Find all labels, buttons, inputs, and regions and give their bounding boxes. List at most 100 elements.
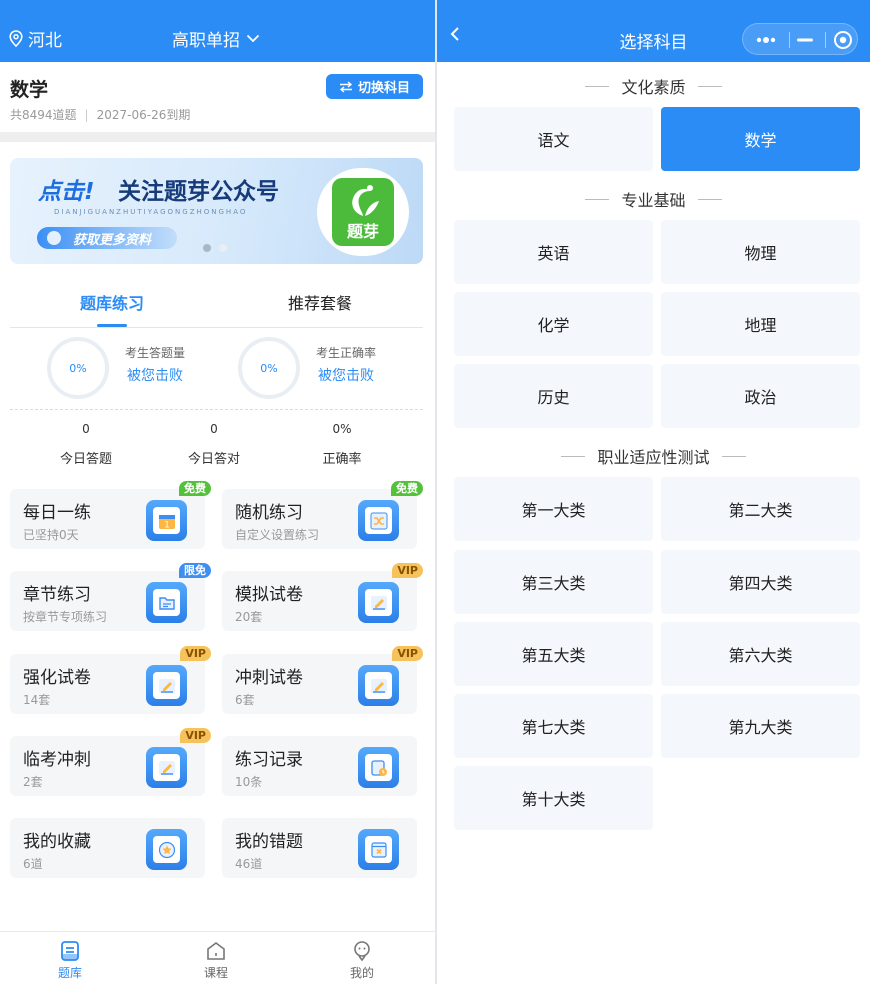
location-label: 河北 — [28, 31, 62, 51]
banner-pinyin: DIANJIGUANZHUTIYAGONGZHONGHAO — [54, 208, 248, 216]
card-intensive-exam[interactable]: 强化试卷 14套 VIP — [10, 646, 211, 714]
tiya-logo: 题芽 — [317, 168, 409, 256]
card-title: 强化试卷 — [23, 668, 91, 688]
location-selector[interactable]: 河北 — [9, 26, 62, 51]
banner-page-dot[interactable] — [219, 244, 227, 252]
card-daily-practice[interactable]: 每日一练 已坚持0天 1 免费 — [10, 481, 211, 549]
section-title: 专业基础 — [621, 191, 686, 210]
nav-bar: 选择科目 — [437, 0, 870, 62]
accuracy-value: 0% — [332, 422, 352, 436]
subject-option-history[interactable]: 历史 — [454, 364, 653, 428]
accuracy-label: 考生正确率 — [316, 346, 377, 360]
section-line — [585, 85, 610, 87]
card-mock-exam[interactable]: 模拟试卷 20套 VIP — [222, 563, 423, 631]
card-practice-record[interactable]: 练习记录 10条 — [222, 736, 417, 796]
card-title: 章节练习 — [23, 585, 91, 605]
bottom-nav: 题库 课程 我的 — [0, 931, 435, 984]
shuffle-icon — [358, 500, 399, 541]
badge-free: 免费 — [391, 481, 423, 496]
card-subtitle: 6套 — [235, 693, 255, 707]
accuracy-beaten: 被您击败 — [318, 368, 374, 384]
close-target-icon[interactable] — [833, 30, 853, 50]
card-random-practice[interactable]: 随机练习 自定义设置练习 免费 — [222, 481, 423, 549]
location-pin-icon — [9, 30, 23, 47]
expiry-date: 2027-06-26到期 — [96, 108, 191, 122]
subject-option-category-1[interactable]: 第一大类 — [454, 477, 653, 541]
switch-subject-button[interactable]: 切换科目 — [326, 74, 423, 99]
badge-free: 免费 — [179, 481, 211, 496]
card-sprint-exam[interactable]: 冲刺试卷 6套 VIP — [222, 646, 423, 714]
section-line — [585, 198, 610, 200]
nav-question-bank[interactable]: 题库 — [40, 940, 100, 981]
subject-option-physics[interactable]: 物理 — [661, 220, 860, 284]
subject-option-category-10[interactable]: 第十大类 — [454, 766, 653, 830]
card-my-favorites[interactable]: 我的收藏 6道 — [10, 818, 205, 878]
badge-vip: VIP — [180, 728, 211, 743]
subject-option-chemistry[interactable]: 化学 — [454, 292, 653, 356]
banner-cta: 获取更多资料 — [37, 227, 177, 249]
folder-icon — [146, 582, 187, 623]
tiya-logo-badge: 题芽 — [332, 178, 394, 246]
card-my-mistakes[interactable]: 我的错题 46道 — [222, 818, 417, 878]
section-line — [721, 455, 746, 457]
subject-option-math[interactable]: 数学 — [661, 107, 860, 171]
card-title: 冲刺试卷 — [235, 668, 303, 688]
card-title: 练习记录 — [235, 750, 303, 770]
tab-indicator — [97, 324, 127, 327]
question-bank-icon — [61, 941, 79, 961]
pen-paper-icon — [358, 665, 399, 706]
banner-page-dot-active[interactable] — [203, 244, 211, 252]
section-title: 职业适应性测试 — [597, 448, 710, 467]
accuracy-ring: 0% — [238, 337, 300, 399]
subject-option-geography[interactable]: 地理 — [661, 292, 860, 356]
subject-option-category-6[interactable]: 第六大类 — [661, 622, 860, 686]
section-header-culture: 文化素质 — [437, 74, 870, 98]
tiya-logo-text: 题芽 — [346, 222, 379, 241]
promo-banner[interactable]: 点击! 关注题芽公众号 DIANJIGUANZHUTIYAGONGZHONGHA… — [10, 158, 423, 264]
banner-cta-label: 获取更多资料 — [73, 232, 152, 248]
subject-option-chinese[interactable]: 语文 — [454, 107, 653, 171]
card-subtitle: 10条 — [235, 775, 263, 789]
badge-vip: VIP — [392, 563, 423, 578]
section-line — [697, 85, 722, 87]
subject-option-politics[interactable]: 政治 — [661, 364, 860, 428]
today-answered-value: 0 — [82, 422, 90, 436]
card-chapter-practice[interactable]: 章节练习 按章节专项练习 限免 — [10, 563, 211, 631]
section-line — [697, 198, 722, 200]
calendar-icon: 1 — [146, 500, 187, 541]
subject-option-category-9[interactable]: 第九大类 — [661, 694, 860, 758]
svg-text:1: 1 — [164, 520, 170, 530]
nav-profile[interactable]: 我的 — [332, 940, 392, 981]
card-subtitle: 20套 — [235, 610, 263, 624]
answer-volume-beaten: 被您击败 — [127, 368, 183, 384]
section-header-vocational: 职业适应性测试 — [437, 444, 870, 468]
card-subtitle: 已坚持0天 — [23, 528, 79, 542]
answer-volume-ring: 0% — [47, 337, 109, 399]
tab-recommended-packages[interactable]: 推荐套餐 — [288, 290, 352, 314]
banner-headline-click: 点击! — [38, 179, 95, 205]
subject-option-category-2[interactable]: 第二大类 — [661, 477, 860, 541]
card-subtitle: 14套 — [23, 693, 51, 707]
tab-question-practice[interactable]: 题库练习 — [80, 290, 144, 314]
card-subtitle: 6道 — [23, 857, 43, 871]
exam-type-selector[interactable]: 高职单招 — [172, 26, 260, 51]
badge-vip: VIP — [180, 646, 211, 661]
card-title: 我的收藏 — [23, 832, 91, 852]
nav-label: 题库 — [57, 966, 82, 980]
subject-option-category-3[interactable]: 第三大类 — [454, 550, 653, 614]
capsule-separator — [825, 32, 826, 48]
exam-type-label: 高职单招 — [172, 31, 240, 51]
more-dots-icon[interactable] — [756, 36, 778, 44]
pen-paper-icon — [358, 582, 399, 623]
section-title: 文化素质 — [621, 78, 686, 97]
subject-option-category-4[interactable]: 第四大类 — [661, 550, 860, 614]
question-count: 共8494道题 — [10, 108, 77, 122]
top-header: 河北 高职单招 — [0, 0, 435, 62]
subject-option-english[interactable]: 英语 — [454, 220, 653, 284]
nav-course[interactable]: 课程 — [186, 940, 246, 981]
subject-option-category-5[interactable]: 第五大类 — [454, 622, 653, 686]
minimize-icon[interactable] — [797, 38, 813, 42]
card-subtitle: 46道 — [235, 857, 263, 871]
card-pre-exam-sprint[interactable]: 临考冲刺 2套 VIP — [10, 728, 211, 796]
subject-option-category-7[interactable]: 第七大类 — [454, 694, 653, 758]
